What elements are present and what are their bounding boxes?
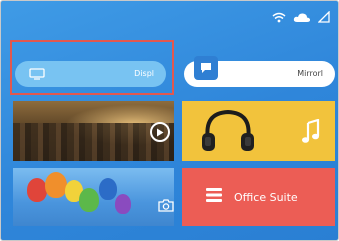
office-suite-label: Office Suite: [234, 191, 298, 204]
camera-icon: [158, 199, 174, 212]
play-icon: [150, 122, 170, 142]
balloon-purple: [115, 194, 131, 214]
balloon-blue: [99, 178, 117, 200]
mirror-label: Mirrorl: [297, 69, 323, 78]
chat-bubble-icon: [201, 63, 211, 73]
signal-icon: [318, 11, 330, 23]
wifi-icon: [272, 12, 286, 22]
status-bar: [272, 11, 330, 23]
home-screen: Displ Mirrorl Office Suite: [0, 0, 339, 241]
mirror-button[interactable]: Mirrorl: [184, 56, 335, 87]
video-tile[interactable]: [13, 101, 174, 161]
music-tile[interactable]: [182, 101, 335, 161]
office-suite-tile[interactable]: Office Suite: [182, 168, 335, 226]
music-note-icon: [302, 119, 320, 143]
balloon-green: [79, 188, 99, 212]
document-lines-icon: [206, 188, 222, 202]
monitor-icon: [29, 68, 45, 80]
headphones-image: [202, 109, 254, 151]
balloon-red: [27, 178, 47, 202]
balloon-orange: [45, 172, 67, 198]
display-button[interactable]: Displ: [15, 61, 166, 87]
display-label: Displ: [134, 69, 154, 78]
mirror-app-icon: [194, 56, 218, 80]
photo-tile[interactable]: [13, 168, 174, 226]
cloud-icon: [293, 12, 311, 22]
